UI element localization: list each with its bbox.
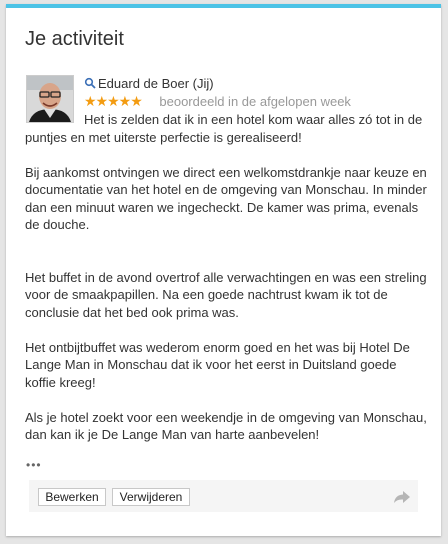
review-date: beoordeeld in de afgelopen week bbox=[159, 94, 351, 109]
review-paragraph: Het ontbijtbuffet was wederom enorm goed… bbox=[25, 339, 410, 390]
card-title: Je activiteit bbox=[25, 28, 124, 50]
more-indicator[interactable]: ••• bbox=[26, 458, 42, 472]
rating-row: ★★★★★ beoordeeld in de afgelopen week bbox=[84, 93, 351, 110]
review-author[interactable]: Eduard de Boer (Jij) bbox=[84, 76, 214, 91]
review-paragraph: Het buffet in de avond overtrof alle ver… bbox=[25, 269, 427, 320]
review-paragraph: Het is zelden dat ik in een hotel kom wa… bbox=[25, 112, 423, 145]
share-arrow-icon[interactable] bbox=[393, 489, 411, 505]
action-bar: Bewerken Verwijderen bbox=[29, 480, 418, 512]
search-icon bbox=[84, 77, 96, 89]
remove-button[interactable]: Verwijderen bbox=[112, 488, 190, 506]
review-paragraph: Als je hotel zoekt voor een weekendje in… bbox=[25, 409, 427, 443]
edit-button[interactable]: Bewerken bbox=[38, 488, 106, 506]
author-name[interactable]: Eduard de Boer (Jij) bbox=[98, 76, 214, 91]
review-paragraph: Bij aankomst ontvingen we direct een wel… bbox=[25, 164, 427, 233]
review-text: Het is zelden dat ik in een hotel kom wa… bbox=[25, 111, 427, 444]
activity-card: Je activiteit Eduard de Boer (Jij) ★★★★★… bbox=[6, 4, 441, 536]
star-rating: ★★★★★ bbox=[84, 93, 143, 109]
